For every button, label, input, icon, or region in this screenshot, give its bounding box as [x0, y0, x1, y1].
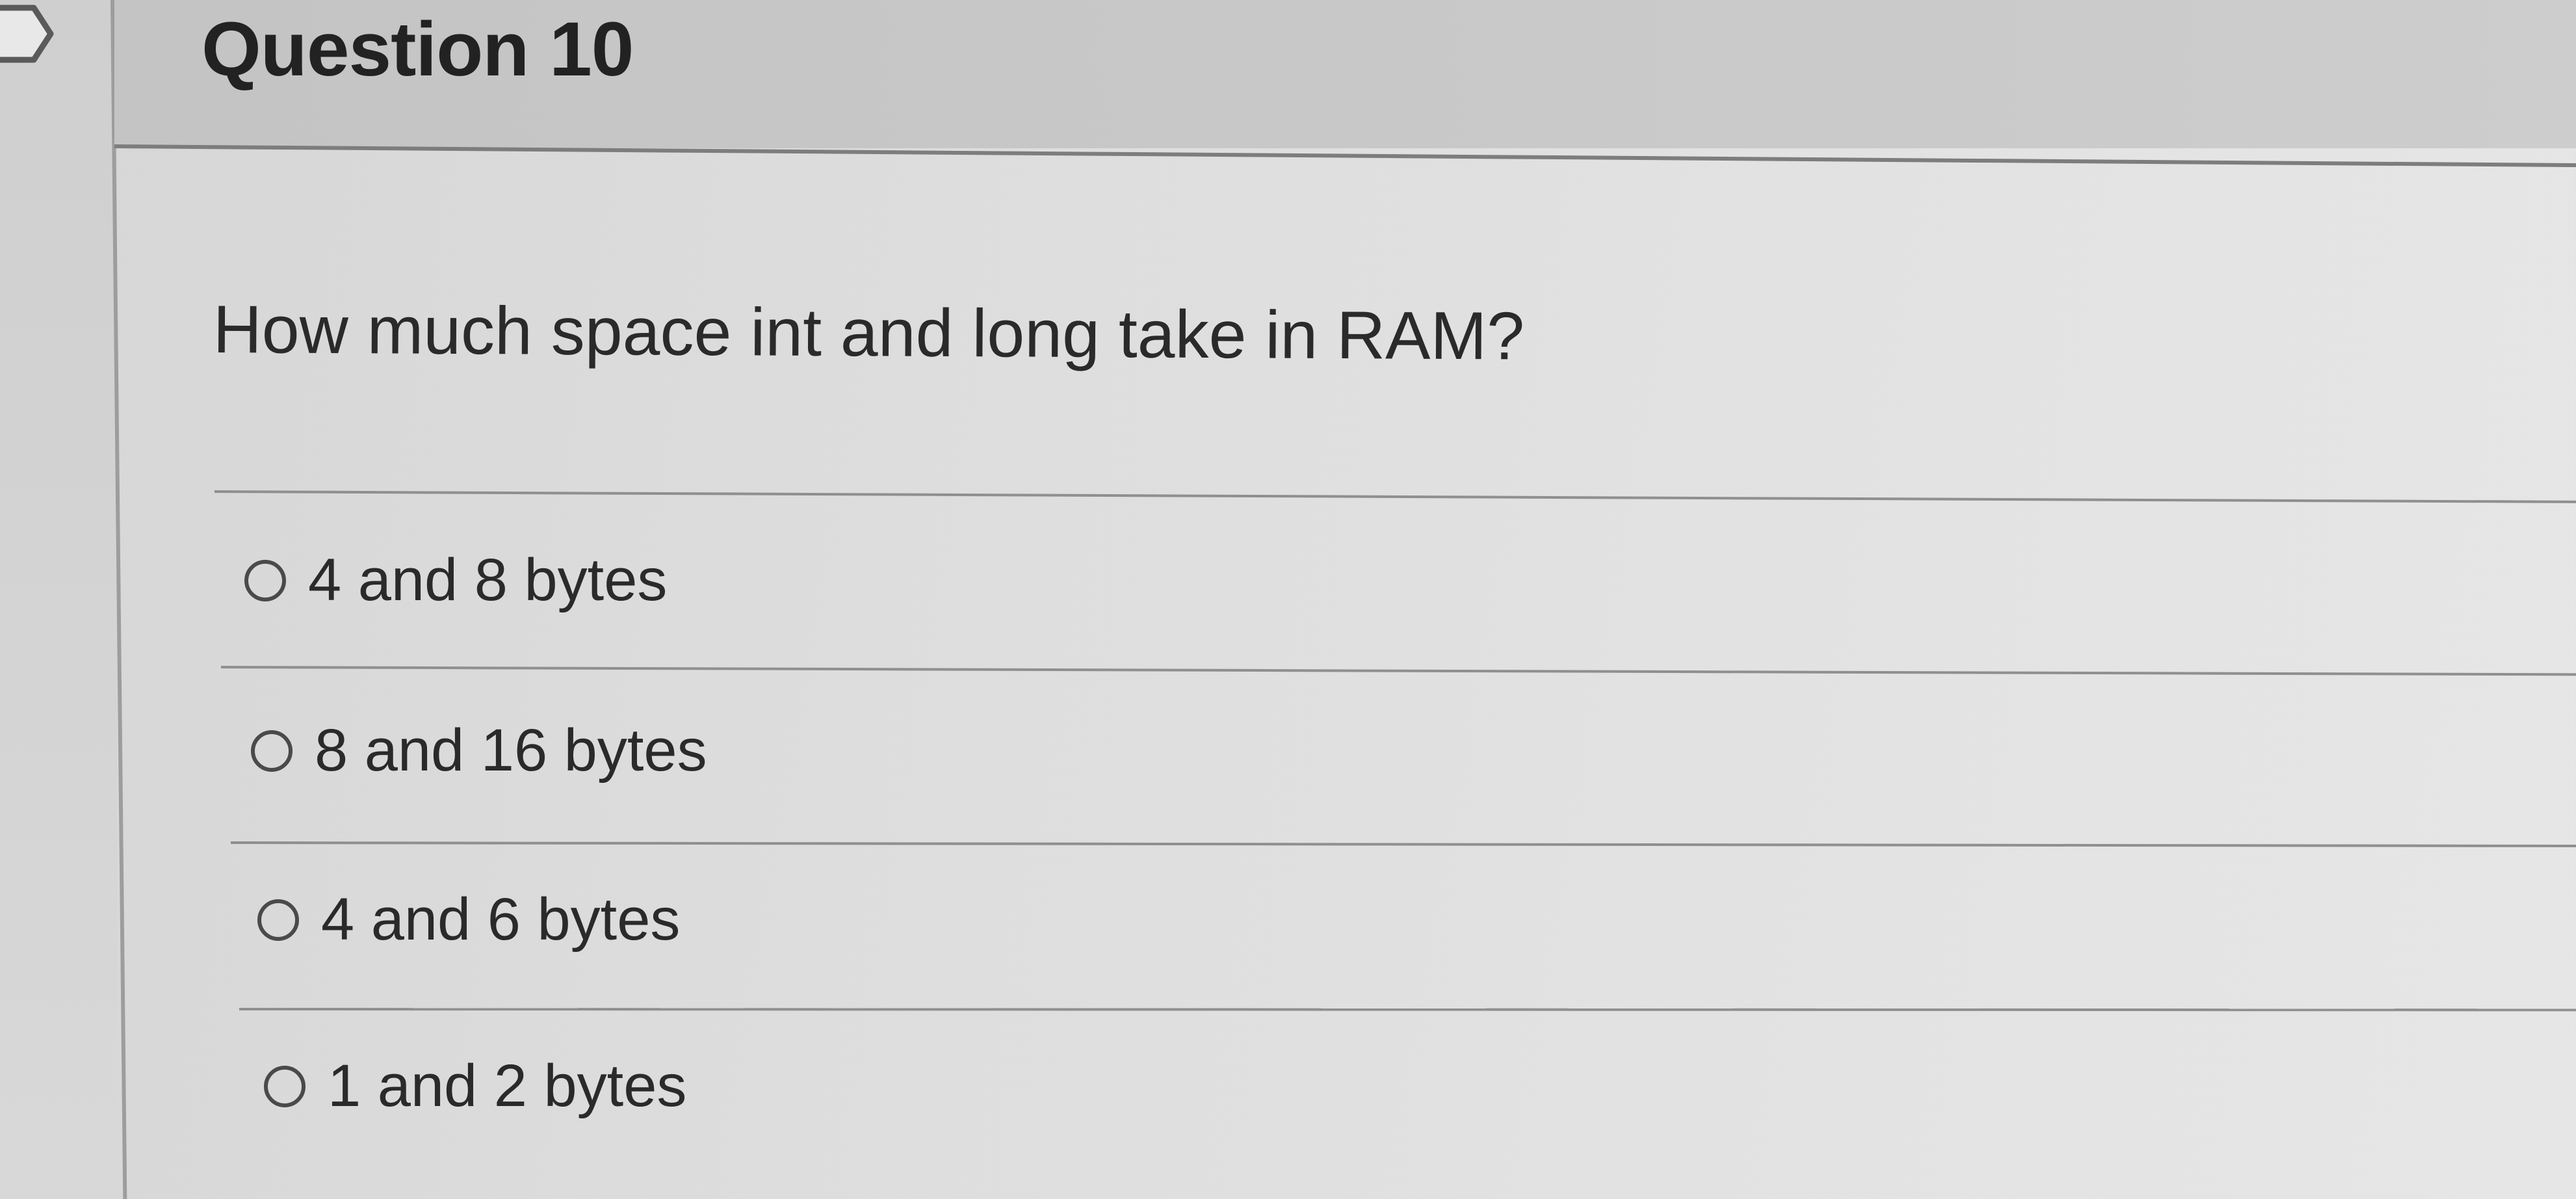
answer-label: 4 and 6 bytes [321, 886, 681, 953]
divider [239, 1008, 2576, 1012]
divider [220, 666, 2576, 676]
divider [214, 490, 2576, 503]
question-text: How much space int and long take in RAM? [213, 292, 1525, 375]
question-title: Question 10 [202, 7, 634, 92]
answer-label: 4 and 8 bytes [308, 547, 668, 613]
answer-option[interactable]: 8 and 16 bytes [251, 717, 707, 785]
answer-label: 1 and 2 bytes [328, 1053, 687, 1119]
radio-unselected-icon[interactable] [264, 1065, 306, 1107]
divider [230, 841, 2576, 848]
answer-option[interactable]: 4 and 8 bytes [244, 546, 667, 614]
answer-label: 8 and 16 bytes [315, 717, 707, 784]
answer-option[interactable]: 4 and 6 bytes [257, 886, 680, 954]
left-gutter [0, 0, 117, 1199]
answer-option[interactable]: 1 and 2 bytes [264, 1052, 686, 1120]
radio-unselected-icon[interactable] [251, 730, 293, 772]
radio-unselected-icon[interactable] [257, 899, 299, 941]
radio-unselected-icon[interactable] [244, 559, 286, 601]
flag-icon[interactable] [0, 1, 59, 66]
